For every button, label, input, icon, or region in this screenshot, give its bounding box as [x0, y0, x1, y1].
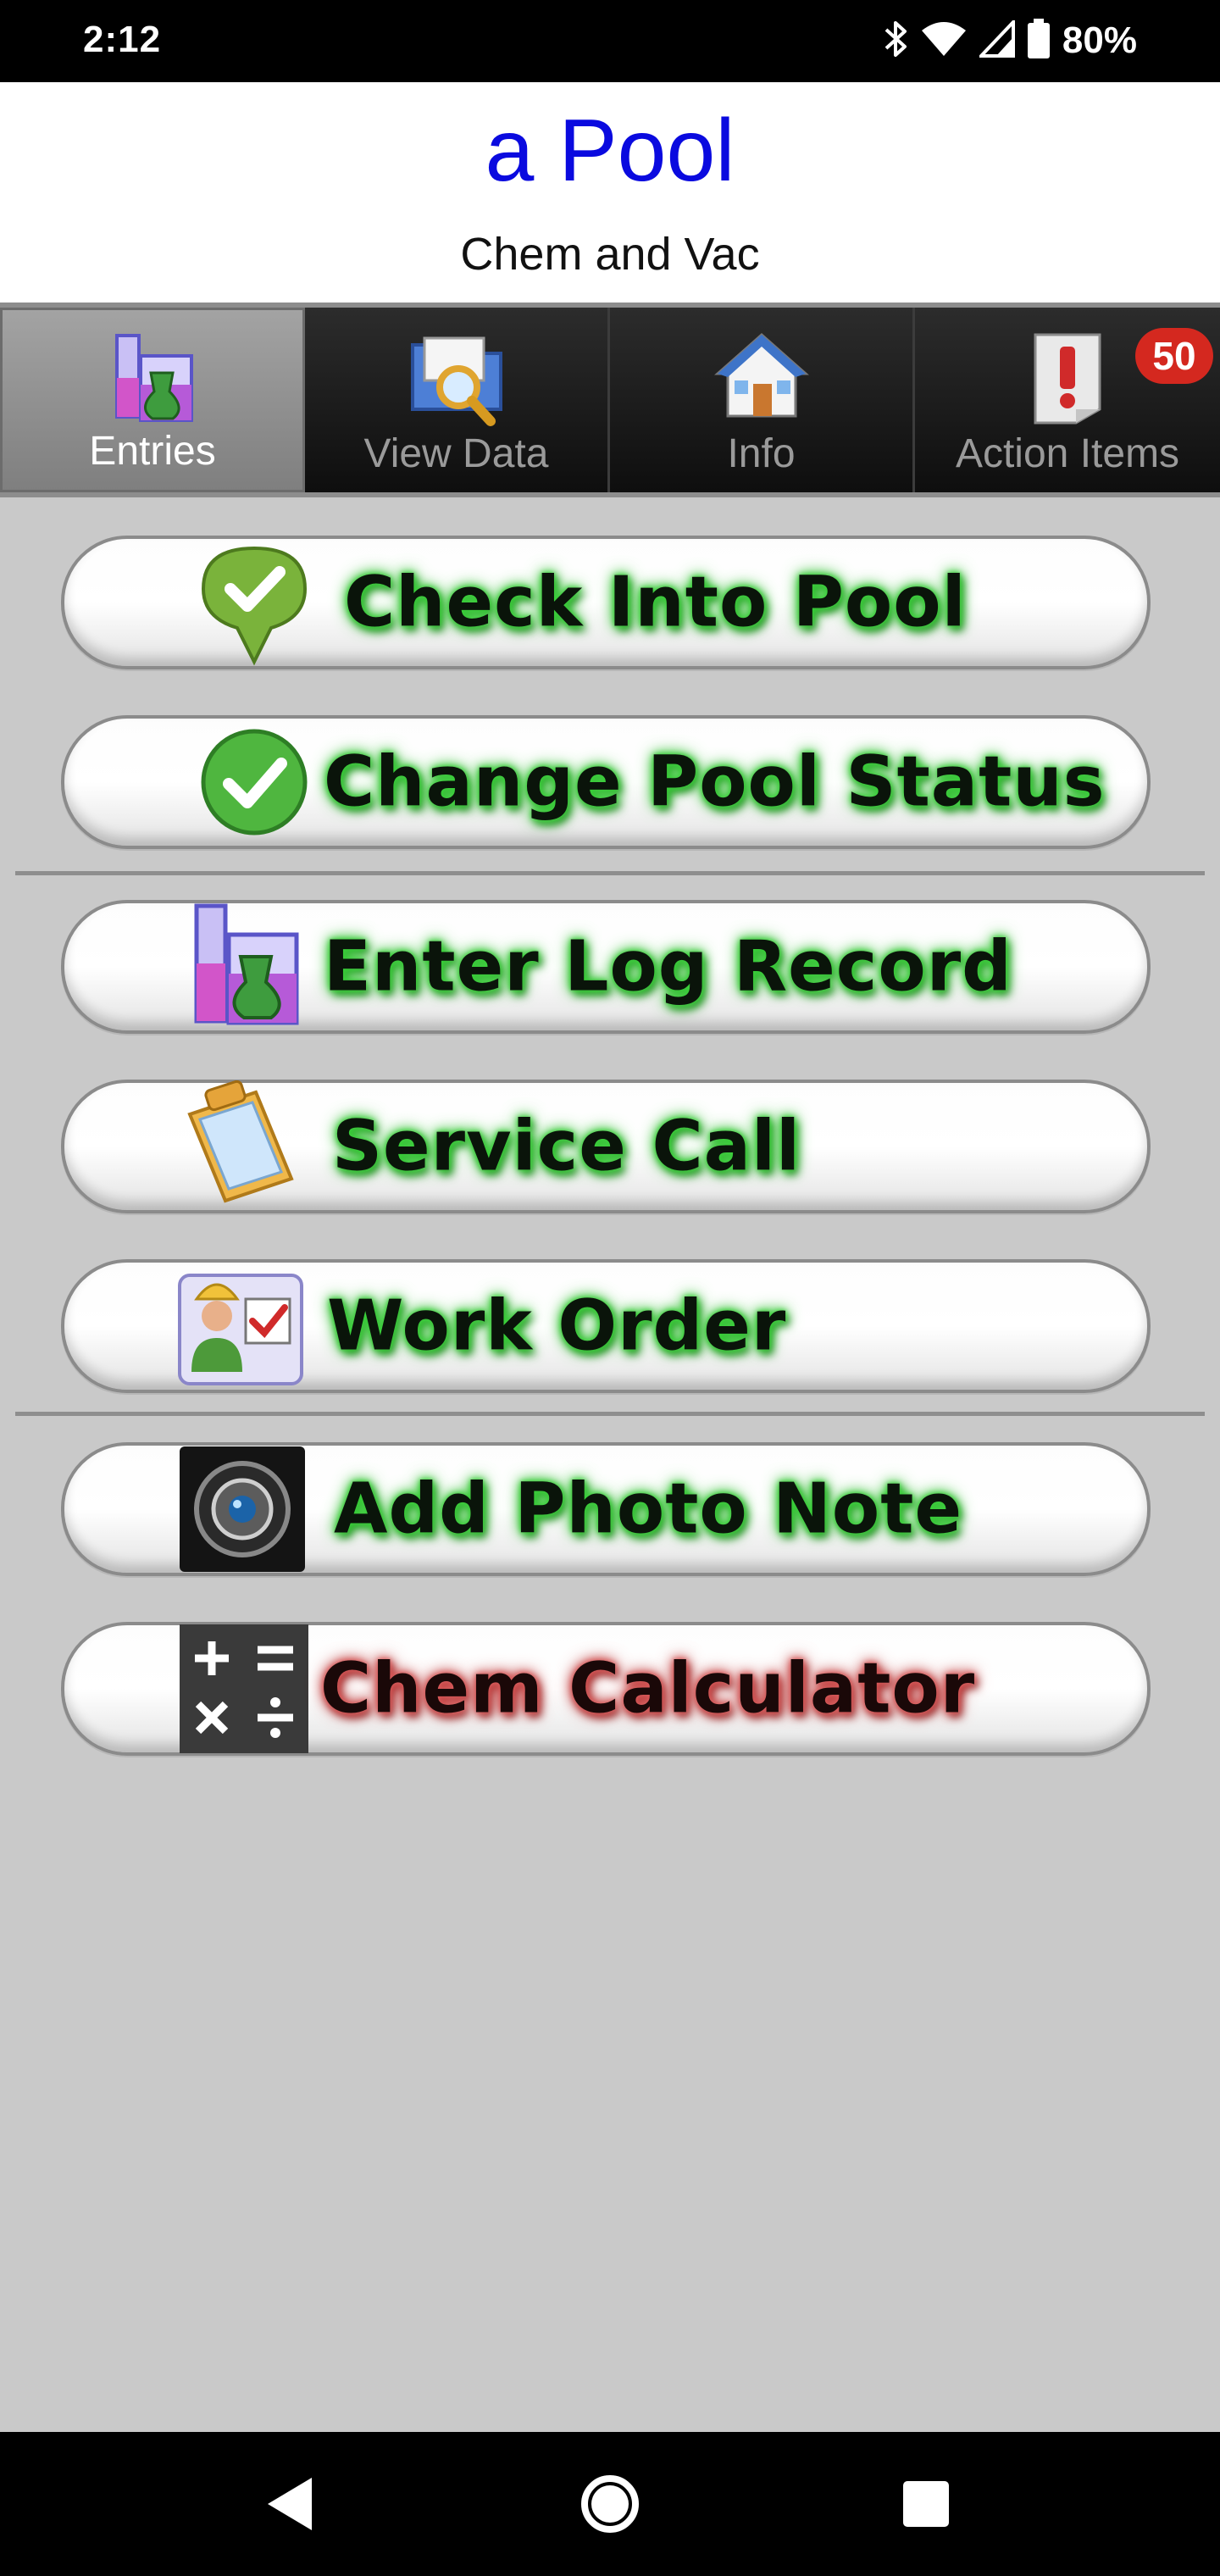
service-call-button[interactable]: Service Call [61, 1080, 1151, 1213]
system-nav-bar [0, 2432, 1220, 2576]
recents-icon[interactable] [888, 2466, 964, 2542]
green-check-circle-icon [188, 716, 320, 848]
button-label: Chem Calculator [320, 1648, 976, 1729]
enter-log-record-button[interactable]: Enter Log Record [61, 900, 1151, 1034]
clipboard-icon [173, 1080, 305, 1213]
add-photo-note-button[interactable]: Add Photo Note [61, 1442, 1151, 1576]
beaker-icon [102, 330, 203, 430]
button-label: Service Call [332, 1106, 801, 1187]
tab-entries[interactable]: Entries [0, 308, 305, 492]
tab-label: Action Items [955, 431, 1180, 476]
button-label: Enter Log Record [324, 926, 1012, 1008]
button-label: Work Order [327, 1285, 787, 1367]
work-order-button[interactable]: Work Order [61, 1259, 1151, 1393]
battery-percent: 80% [1062, 19, 1137, 61]
cell-signal-icon [977, 17, 1015, 62]
home-icon[interactable] [572, 2466, 648, 2542]
alert-document-icon [1017, 328, 1118, 428]
button-label: Check Into Pool [344, 562, 967, 643]
action-items-count-badge: 50 [1135, 328, 1213, 384]
tab-label: Info [727, 431, 796, 476]
battery-icon [1027, 18, 1051, 64]
status-bar: 2:12 80% [0, 0, 1220, 82]
house-icon [711, 328, 812, 428]
bluetooth-icon [883, 19, 908, 63]
back-icon[interactable] [252, 2466, 329, 2542]
button-label: Add Photo Note [334, 1468, 963, 1550]
map-pin-check-icon [188, 536, 320, 669]
folder-search-icon [406, 328, 507, 428]
page-subtitle: Chem and Vac [460, 229, 760, 280]
status-time: 2:12 [83, 19, 162, 60]
change-pool-status-button[interactable]: Change Pool Status [61, 715, 1151, 849]
work-order-icon [173, 1260, 305, 1392]
tab-label: View Data [363, 431, 549, 476]
app-header: a Pool Chem and Vac [0, 82, 1220, 303]
check-into-pool-button[interactable]: Check Into Pool [61, 536, 1151, 669]
tab-label: Entries [89, 429, 216, 474]
status-icons: 80% [883, 15, 1137, 66]
section-divider [15, 871, 1205, 875]
camera-icon [176, 1443, 308, 1575]
tab-action-items[interactable]: 50 Action Items [915, 308, 1220, 492]
calculator-icon [178, 1623, 310, 1755]
tab-bar: Entries View Data Info 50 Action Items [0, 303, 1220, 497]
chem-calculator-button[interactable]: Chem Calculator [61, 1622, 1151, 1756]
tab-info[interactable]: Info [610, 308, 915, 492]
button-label: Change Pool Status [324, 741, 1106, 823]
tab-view-data[interactable]: View Data [305, 308, 610, 492]
beaker-icon [176, 901, 308, 1033]
wifi-icon [920, 20, 968, 62]
section-divider [15, 1412, 1205, 1416]
page-title: a Pool [485, 102, 735, 200]
